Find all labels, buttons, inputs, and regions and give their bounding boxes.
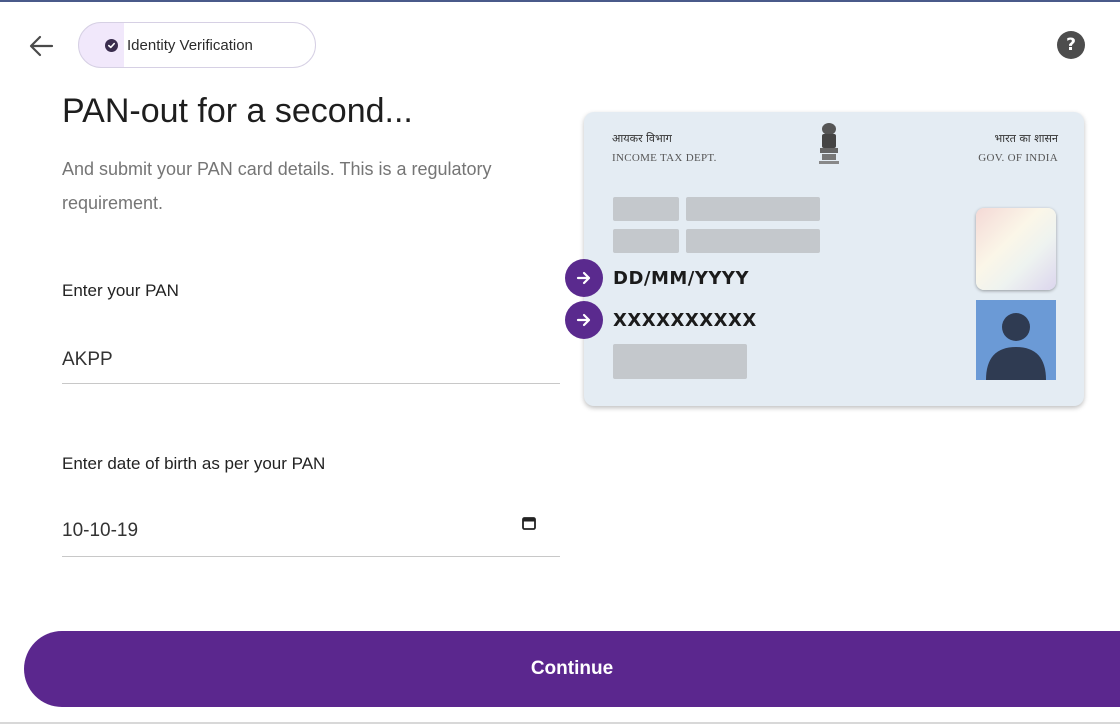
card-photo-avatar [976, 300, 1056, 380]
arrow-right-icon [565, 259, 603, 297]
chip-label: Identity Verification [127, 36, 253, 54]
pan-input[interactable] [62, 336, 560, 384]
arrow-right-icon [565, 301, 603, 339]
page-title: PAN-out for a second... [62, 92, 413, 130]
help-button[interactable]: ? [1057, 31, 1085, 59]
card-placeholder-bar [686, 229, 820, 253]
identity-verification-chip[interactable]: Identity Verification [78, 22, 316, 68]
dob-label: Enter date of birth as per your PAN [62, 454, 326, 473]
dob-input[interactable] [62, 506, 560, 557]
card-hologram [976, 208, 1056, 290]
card-dept-english: INCOME TAX DEPT. [612, 152, 717, 164]
card-placeholder-bar [613, 197, 679, 221]
card-signature-placeholder [613, 344, 747, 379]
back-button[interactable] [26, 33, 56, 59]
card-placeholder-bar [613, 229, 679, 253]
card-gov-hindi: भारत का शासन [994, 132, 1058, 145]
card-dob-placeholder: DD/MM/YYYY [613, 268, 749, 289]
check-circle-icon [105, 38, 118, 52]
card-pan-field: XXXXXXXXXX [565, 301, 757, 339]
arrow-left-icon [29, 35, 54, 57]
national-emblem-icon [819, 123, 839, 164]
card-dob-field: DD/MM/YYYY [565, 259, 749, 297]
card-dept-hindi: आयकर विभाग [612, 132, 672, 145]
pan-card-illustration: आयकर विभाग INCOME TAX DEPT. भारत का शासन… [565, 112, 1084, 406]
card-pan-placeholder: XXXXXXXXXX [613, 310, 757, 331]
calendar-icon[interactable] [520, 514, 538, 532]
card-placeholder-bar [686, 197, 820, 221]
pan-label: Enter your PAN [62, 281, 179, 300]
question-circle-icon: ? [1066, 35, 1076, 55]
page-subtitle: And submit your PAN card details. This i… [62, 159, 492, 213]
card-gov-english: GOV. OF INDIA [978, 152, 1058, 164]
continue-button[interactable]: Continue [24, 631, 1120, 707]
